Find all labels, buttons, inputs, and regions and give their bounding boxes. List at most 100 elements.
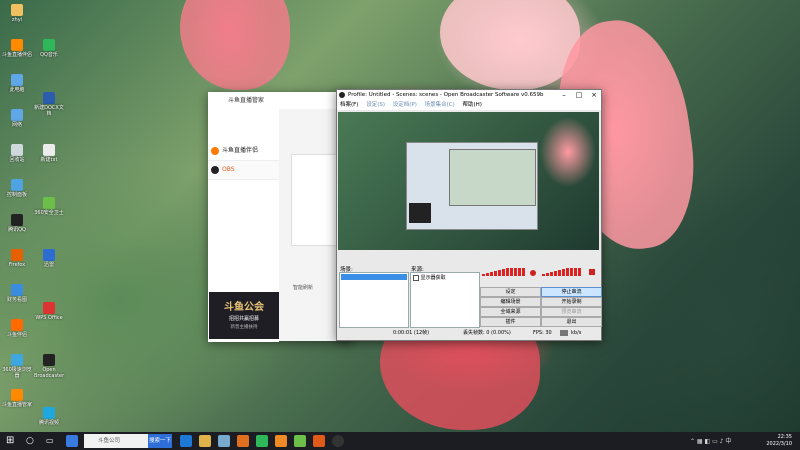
app-icon <box>43 249 55 261</box>
menu-help[interactable]: 帮助(H) <box>463 102 482 108</box>
store-icon[interactable] <box>218 435 230 447</box>
desktop-icon[interactable]: 迅雷 <box>34 249 64 268</box>
maximize-icon[interactable]: □ <box>572 90 586 101</box>
microphone-icon[interactable] <box>530 270 536 276</box>
task-view-icon[interactable]: ▭ <box>46 435 58 447</box>
douyu-logo-icon <box>211 147 219 155</box>
scenes-list[interactable] <box>339 272 409 328</box>
desktop-icon[interactable]: 360极速浏览器 <box>2 354 32 379</box>
desktop-icon[interactable]: 斗鱼伴侣 <box>2 319 32 338</box>
source-item[interactable]: 显示器获取 <box>411 273 479 282</box>
douyu-taskbar-icon[interactable] <box>237 435 249 447</box>
scene-item-selected[interactable] <box>341 274 407 280</box>
obs-status-bar: 0:00:01 (12帧) 丢失帧数: 0 (0.00%) FPS: 30 kb… <box>338 328 599 338</box>
wechat-icon[interactable] <box>256 435 268 447</box>
desktop-icon-label: 回收站 <box>9 157 25 163</box>
menu-scene-collection[interactable]: 场景集合(C) <box>425 102 455 108</box>
desktop-icon-label: 腾讯QQ <box>8 227 26 233</box>
settings-button[interactable]: 设定 <box>480 287 541 297</box>
desktop-icon[interactable]: 回收站 <box>2 144 32 163</box>
app-icon <box>11 319 23 331</box>
360-icon[interactable] <box>294 435 306 447</box>
dropped-frames: 丢失帧数: 0 (0.00%) <box>463 330 511 336</box>
cortana-icon[interactable]: ○ <box>26 435 38 447</box>
desktop-icon[interactable]: 腾讯视频 <box>34 406 64 426</box>
desktop-icon-label: QQ音乐 <box>40 52 58 58</box>
desktop-icon[interactable]: 此电脑 <box>2 74 32 93</box>
desktop-icon[interactable]: 控制面板 <box>2 179 32 198</box>
desktop-icon-label: 腾讯视频 <box>38 419 59 426</box>
browser-taskbar-icon[interactable] <box>66 435 78 447</box>
app-icon <box>43 406 55 419</box>
taskbar-clock[interactable]: 22:35 2022/3/10 <box>766 434 792 448</box>
desktop-icon[interactable]: 网络 <box>2 109 32 128</box>
checkbox-icon[interactable] <box>413 274 419 281</box>
file-explorer-icon[interactable] <box>199 435 211 447</box>
windows-start-icon[interactable]: ⊞ <box>6 435 18 447</box>
preview-nested-banner <box>409 203 431 223</box>
refresh-link[interactable]: 智能刷新 <box>293 284 313 291</box>
app-icon <box>43 301 55 314</box>
menu-settings[interactable]: 设定(S) <box>366 102 385 108</box>
edit-scene-button[interactable]: 编辑场景 <box>480 297 541 307</box>
obs-logo-icon <box>211 166 219 174</box>
menu-file[interactable]: 档案(F) <box>340 102 358 108</box>
desktop-icon[interactable]: 新建txt <box>34 144 64 163</box>
clock-date: 2022/3/10 <box>766 441 792 447</box>
desktop-icon-label: 网络 <box>11 122 22 128</box>
system-tray-icons[interactable]: ⌃ ▦ ◧ ▭ ♪ 中 <box>690 436 731 445</box>
desktop-icon[interactable]: 腾讯QQ <box>2 214 32 233</box>
desktop-icon[interactable]: 360安全卫士 <box>34 196 64 216</box>
exit-button[interactable]: 退出 <box>541 317 602 327</box>
desktop-icon[interactable]: Firefox <box>2 249 32 268</box>
obs-window[interactable]: Profile: Untitled - Scenes: scenes - Ope… <box>336 89 602 341</box>
desktop-icon[interactable]: WPS Office <box>34 301 64 321</box>
desktop-icon[interactable]: zhyi <box>2 4 32 23</box>
desktop-icon[interactable]: QQ音乐 <box>34 39 64 58</box>
start-recording-button[interactable]: 开始录制 <box>541 297 602 307</box>
desktop-icon-label: Open Broadcaster <box>34 367 65 379</box>
app-icon <box>11 74 23 86</box>
desktop-icon[interactable]: 财务看图 <box>2 284 32 303</box>
sidebar-item-douyu-companion[interactable]: 斗鱼直播伴侣 <box>208 142 279 161</box>
stop-stream-button[interactable]: 停止串流 <box>541 287 602 297</box>
minimize-icon[interactable]: – <box>557 90 571 101</box>
douyu-companion-icon[interactable] <box>275 435 287 447</box>
desktop-icon-label: 斗鱼伴侣 <box>6 332 27 338</box>
desktop-icon-label: WPS Office <box>35 314 63 321</box>
desktop-icon[interactable]: Open Broadcaster <box>34 354 64 379</box>
preview-stream-button[interactable]: 预览串流 <box>541 307 602 317</box>
douyu-manager-window[interactable]: 斗鱼直播管家 智能刷新 斗鱼直播伴侣 OBS 斗鱼公会 招招共赢招募 新晋主播扶… <box>208 92 353 342</box>
stream-time: 0:00:01 (12帧) <box>393 330 430 336</box>
fps-readout: FPS: 30 <box>533 330 552 336</box>
app-icon <box>11 144 23 156</box>
desktop-icon[interactable]: 斗鱼直播管家 <box>2 389 32 408</box>
douyu-guild-banner[interactable]: 斗鱼公会 招招共赢招募 新晋主播扶持 <box>209 292 279 339</box>
app-icon <box>11 354 23 366</box>
source-item-label: 显示器获取 <box>420 275 446 281</box>
app-icon <box>43 354 55 366</box>
speaker-icon[interactable] <box>589 269 595 275</box>
desktop-icon-label: 新建txt <box>40 157 58 163</box>
app-icon <box>11 249 23 261</box>
preview-nested-desktop <box>406 142 538 230</box>
taskbar-search-button[interactable]: 搜索一下 <box>148 434 172 448</box>
douyu-manager-taskbar-icon[interactable] <box>313 435 325 447</box>
desktop-icon[interactable]: 新建DOCX文档 <box>34 91 64 117</box>
obs-title-bar: Profile: Untitled - Scenes: scenes - Ope… <box>337 90 601 101</box>
obs-taskbar-icon[interactable] <box>332 435 344 447</box>
app-icon <box>11 4 23 16</box>
desktop-icon-label: 此电脑 <box>9 87 25 93</box>
plugins-button[interactable]: 插件 <box>480 317 541 327</box>
menu-profile[interactable]: 设定档(P) <box>393 102 417 108</box>
global-sources-button[interactable]: 全域来源 <box>480 307 541 317</box>
desktop-icon[interactable]: 斗鱼直播伴侣 <box>2 39 32 58</box>
sidebar-item-obs[interactable]: OBS <box>208 161 279 180</box>
desktop-icon-label: Firefox <box>8 262 26 268</box>
app-icon <box>11 214 23 226</box>
close-icon[interactable]: × <box>587 90 601 101</box>
edge-icon[interactable] <box>180 435 192 447</box>
sources-list[interactable]: 显示器获取 <box>410 272 480 328</box>
wallpaper-petal <box>180 0 290 90</box>
app-icon <box>11 39 23 51</box>
